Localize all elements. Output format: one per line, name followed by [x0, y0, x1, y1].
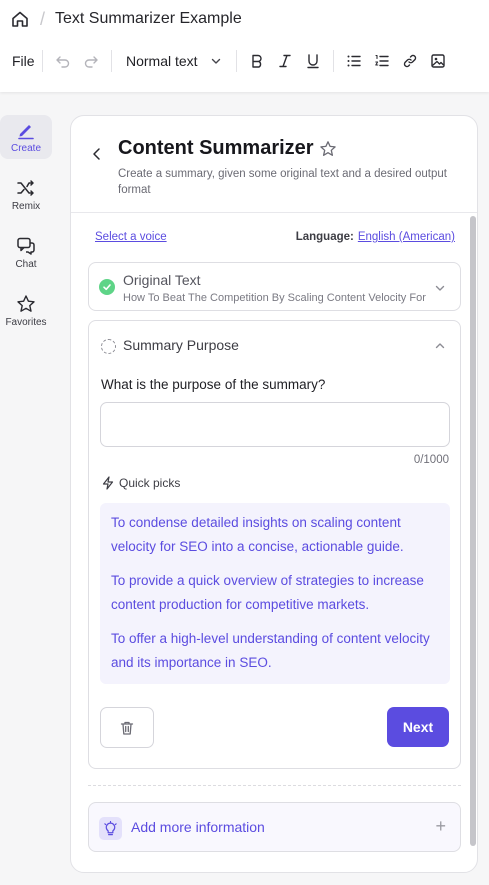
lightbulb-icon	[99, 817, 122, 840]
bullet-list-icon[interactable]	[340, 47, 368, 75]
redo-icon[interactable]	[77, 47, 105, 75]
panel-header: Content Summarizer Create a summary, giv…	[71, 116, 477, 213]
star-icon	[17, 295, 35, 312]
language-link[interactable]: English (American)	[358, 231, 455, 243]
top-bar: / Text Summarizer Example File Normal te…	[0, 0, 489, 92]
undo-icon[interactable]	[49, 47, 77, 75]
trash-icon	[120, 721, 134, 735]
plus-icon: +	[435, 816, 446, 836]
italic-icon[interactable]	[271, 47, 299, 75]
link-icon[interactable]	[396, 47, 424, 75]
nav-label: Favorites	[5, 317, 47, 328]
bold-icon[interactable]	[243, 47, 271, 75]
quick-picks-list: To condense detailed insights on scaling…	[100, 503, 450, 684]
original-text-step[interactable]: Original Text How To Beat The Competitio…	[88, 262, 461, 311]
section-divider	[88, 785, 461, 786]
document-title[interactable]: Text Summarizer Example	[55, 10, 242, 28]
purpose-question: What is the purpose of the summary?	[101, 377, 326, 392]
toolbar-divider	[42, 50, 43, 72]
image-icon[interactable]	[424, 47, 452, 75]
chevron-down-icon	[211, 58, 221, 64]
breadcrumb-separator: /	[40, 8, 46, 29]
breadcrumb: / Text Summarizer Example	[10, 8, 242, 30]
numbered-list-icon[interactable]	[368, 47, 396, 75]
quick-picks-label: Quick picks	[119, 476, 181, 490]
quick-pick-option[interactable]: To provide a quick overview of strategie…	[111, 569, 439, 617]
text-style-select[interactable]: Normal text	[118, 47, 230, 75]
panel-body: Select a voice Language: English (America…	[71, 214, 477, 854]
step-title: Original Text	[123, 272, 201, 288]
left-nav: Create Remix Chat Favorites	[0, 115, 52, 347]
pen-icon	[18, 125, 34, 140]
file-menu[interactable]: File	[12, 47, 36, 75]
chevron-up-icon[interactable]	[434, 340, 446, 352]
underline-icon[interactable]	[299, 47, 327, 75]
shuffle-icon	[17, 180, 34, 196]
summary-purpose-step: Summary Purpose What is the purpose of t…	[88, 320, 461, 769]
language-setting: Language: English (American)	[296, 231, 455, 243]
toolbar-divider	[236, 50, 237, 72]
pending-circle-icon	[101, 339, 116, 354]
add-more-information-button[interactable]: Add more information +	[88, 802, 461, 852]
nav-item-chat[interactable]: Chat	[0, 231, 52, 275]
editor-toolbar: File Normal text	[0, 47, 489, 75]
back-chevron-icon[interactable]	[89, 146, 105, 162]
nav-label: Remix	[11, 201, 41, 212]
lightning-icon	[102, 476, 114, 490]
chevron-down-icon[interactable]	[434, 282, 446, 294]
select-voice-link[interactable]: Select a voice	[95, 231, 167, 243]
language-label: Language:	[295, 231, 354, 243]
delete-button[interactable]	[100, 707, 154, 748]
next-button[interactable]: Next	[387, 707, 449, 747]
quick-pick-option[interactable]: To offer a high-level understanding of c…	[111, 627, 439, 675]
check-circle-icon	[99, 279, 115, 295]
quick-pick-option[interactable]: To condense detailed insights on scaling…	[111, 511, 439, 559]
purpose-input[interactable]	[100, 402, 450, 447]
nav-item-favorites[interactable]: Favorites	[0, 289, 52, 333]
add-more-label: Add more information	[131, 819, 265, 835]
scrollbar[interactable]	[470, 216, 476, 846]
nav-label: Chat	[15, 259, 37, 270]
voice-language-row: Select a voice Language: English (America…	[95, 231, 455, 243]
summarizer-panel: Content Summarizer Create a summary, giv…	[70, 115, 478, 873]
character-counter: 0/1000	[413, 454, 449, 466]
nav-item-remix[interactable]: Remix	[0, 173, 52, 217]
toolbar-divider	[111, 50, 112, 72]
nav-label: Create	[10, 143, 41, 154]
step-subtitle: How To Beat The Competition By Scaling C…	[123, 292, 428, 304]
step-title: Summary Purpose	[123, 337, 239, 353]
nav-item-create[interactable]: Create	[0, 115, 52, 159]
chat-icon	[17, 237, 35, 255]
page-description: Create a summary, given some original te…	[118, 168, 447, 196]
text-style-value: Normal text	[126, 53, 198, 69]
home-icon[interactable]	[10, 9, 30, 29]
favorite-star-icon[interactable]	[319, 140, 337, 158]
quick-picks-heading: Quick picks	[101, 476, 180, 490]
toolbar-divider	[333, 50, 334, 72]
page-title: Content Summarizer	[118, 137, 314, 159]
